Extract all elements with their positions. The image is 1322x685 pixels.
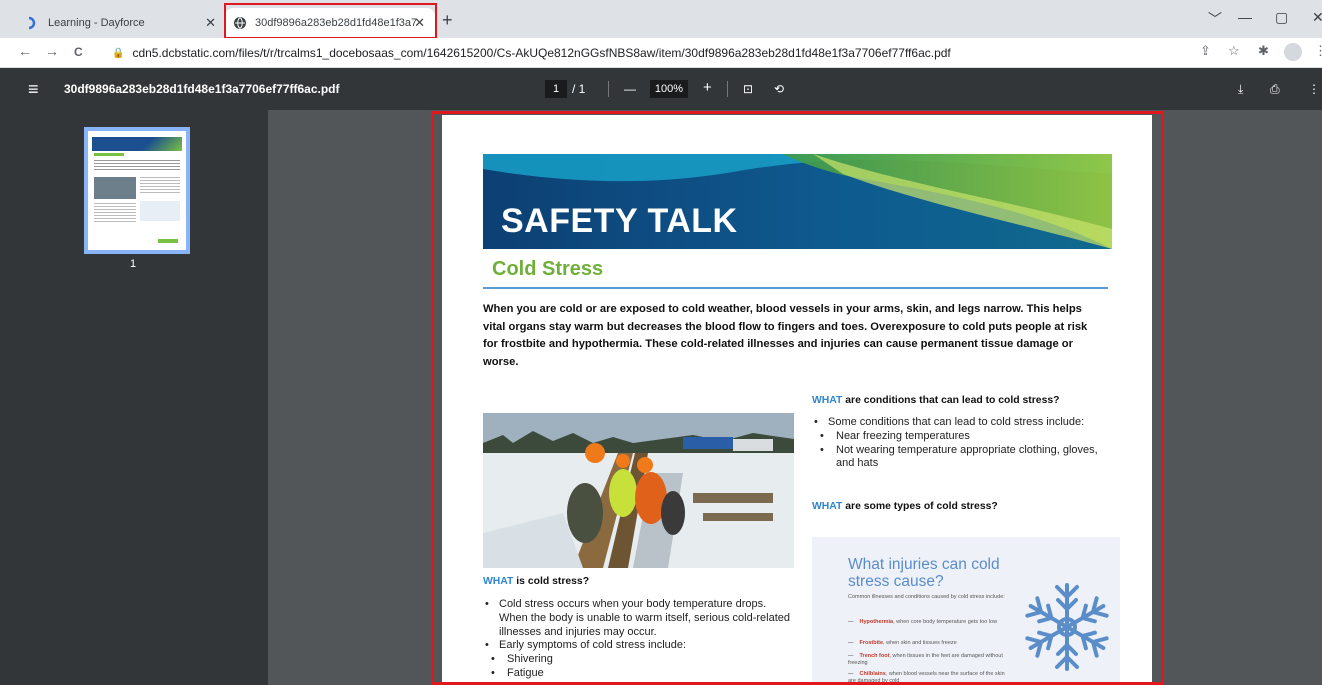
tab-title: Learning - Dayforce [48, 17, 145, 29]
minimize-button[interactable]: — [1238, 9, 1252, 25]
bookmark-star-icon[interactable]: ☆ [1228, 43, 1240, 59]
page-number-input[interactable]: 1 [545, 80, 567, 98]
close-window-button[interactable]: ✕ [1312, 9, 1322, 26]
highlight-box [224, 3, 437, 39]
close-tab-icon[interactable]: ✕ [205, 15, 216, 31]
dayforce-icon [28, 16, 36, 30]
highlight-box [431, 111, 1164, 685]
zoom-input[interactable]: 100% [650, 80, 688, 98]
page-thumbnail[interactable] [84, 127, 190, 254]
pdf-filename: 30df9896a283eb28d1fd48e1f3a7706ef77ff6ac… [64, 82, 340, 96]
zoom-out-button[interactable]: — [624, 82, 636, 96]
pdf-toolbar: ≡ 30df9896a283eb28d1fd48e1f3a7706ef77ff6… [0, 68, 1322, 110]
fit-page-icon[interactable]: ⊡ [743, 82, 753, 96]
download-icon[interactable]: ⤓ [1238, 82, 1243, 97]
browser-toolbar: ← → C 🔒 cdn5.dcbstatic.com/files/t/r/trc… [0, 38, 1322, 68]
reload-button[interactable]: C [74, 45, 83, 59]
more-actions-icon[interactable]: ⋮ [1308, 82, 1320, 96]
share-icon[interactable]: ⇪ [1200, 43, 1211, 59]
menu-icon[interactable]: ⋮ [1314, 43, 1322, 59]
print-icon[interactable]: ⎙ [1270, 82, 1280, 97]
maximize-button[interactable]: ▢ [1275, 9, 1288, 26]
zoom-in-button[interactable]: + [703, 79, 712, 96]
url-text: cdn5.dcbstatic.com/files/t/r/trcalms1_do… [132, 46, 951, 60]
extensions-icon[interactable]: ✱ [1258, 43, 1269, 59]
address-bar[interactable]: 🔒 cdn5.dcbstatic.com/files/t/r/trcalms1_… [112, 42, 951, 64]
thumbnail-page [88, 131, 186, 250]
tab-learning-dayforce[interactable]: Learning - Dayforce ✕ [16, 8, 226, 38]
tab-strip: Learning - Dayforce ✕ 30df9896a283eb28d1… [0, 0, 1322, 39]
back-button[interactable]: ← [18, 43, 32, 59]
forward-button[interactable]: → [45, 43, 59, 59]
thumbnail-page-number: 1 [130, 258, 137, 270]
lock-icon: 🔒 [112, 47, 125, 59]
hamburger-menu-icon[interactable]: ≡ [28, 79, 39, 100]
new-tab-button[interactable]: + [442, 10, 453, 31]
page-total: / 1 [572, 82, 586, 96]
profile-avatar[interactable] [1284, 43, 1302, 61]
rotate-icon[interactable]: ⟲ [774, 82, 784, 96]
tab-search-icon[interactable]: ﹀ [1208, 9, 1222, 29]
